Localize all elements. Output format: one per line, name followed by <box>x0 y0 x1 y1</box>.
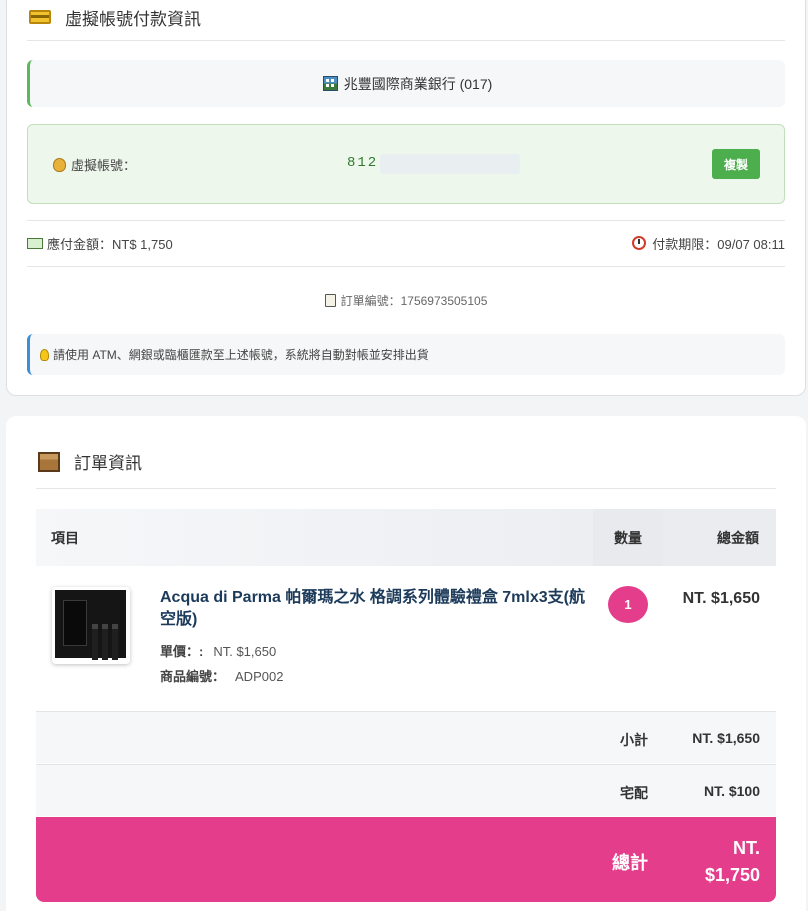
unit-price-value: NT. $1,650 <box>213 644 277 659</box>
account-number: 812 <box>347 155 379 171</box>
subtotal-row: 小計 NT. $1,650 <box>36 711 776 763</box>
product-bottle <box>112 624 118 660</box>
subtotal-label: 小計 <box>620 732 648 748</box>
payment-deadline-text: 付款期限：09/07 08:11 <box>652 236 785 252</box>
account-number-redacted <box>380 154 520 174</box>
account-label: 虛擬帳號： <box>53 155 136 174</box>
subtotal-value: NT. $1,650 <box>692 730 760 746</box>
divider <box>27 220 785 221</box>
column-header-item: 項目 <box>36 509 593 566</box>
order-number-text: 訂單編號：1756973505105 <box>340 294 488 308</box>
product-bottle <box>92 624 98 660</box>
divider <box>27 266 785 267</box>
column-header-qty: 數量 <box>593 509 663 566</box>
cash-icon <box>27 237 43 249</box>
money-bag-icon <box>53 157 66 172</box>
grand-total-label: 總計 <box>612 853 648 873</box>
grand-total-row: 總計 NT. $1,750 <box>36 817 776 902</box>
bank-building-icon <box>322 76 338 91</box>
product-gift-box <box>55 590 126 660</box>
payment-notice: 請使用 ATM、網銀或臨櫃匯款至上述帳號，系統將自動對帳並安排出貨 <box>27 334 785 375</box>
bank-name: 兆豐國際商業銀行 (017) <box>343 75 493 92</box>
product-unit-price: 單價：: NT. $1,650 <box>160 641 276 660</box>
product-line-total: NT. $1,650 <box>682 590 760 607</box>
account-label-text: 虛擬帳號： <box>71 158 137 173</box>
sku-value: ADP002 <box>235 669 284 684</box>
amount-due-text: 應付金額：NT$ 1,750 <box>47 236 173 252</box>
virtual-account-header: 虛擬帳號付款資訊 <box>29 1 201 33</box>
shipping-label: 宅配 <box>620 785 648 801</box>
order-number: 訂單編號：1756973505105 <box>7 292 805 309</box>
account-number-box: 虛擬帳號： 812 複製 <box>27 124 785 204</box>
quantity-badge: 1 <box>608 586 648 623</box>
divider <box>27 40 785 41</box>
bank-info: 兆豐國際商業銀行 (017) <box>27 60 785 107</box>
credit-card-icon <box>29 10 51 24</box>
shipping-row: 宅配 NT. $100 <box>36 764 776 816</box>
order-info-title: 訂單資訊 <box>74 454 142 473</box>
amount-due: 應付金額：NT$ 1,750 <box>27 233 173 253</box>
sku-label: 商品編號： <box>160 669 226 684</box>
shipping-value: NT. $100 <box>703 783 760 799</box>
payment-summary-row: 應付金額：NT$ 1,750 付款期限：09/07 08:11 <box>27 233 785 253</box>
divider <box>36 488 776 489</box>
alarm-clock-icon <box>632 236 647 250</box>
product-name: Acqua di Parma 帕爾瑪之水 格調系列體驗禮盒 7mlx3支(航空版… <box>160 589 585 628</box>
payment-notice-text: 請使用 ATM、網銀或臨櫃匯款至上述帳號，系統將自動對帳並安排出貨 <box>53 348 429 362</box>
product-sku: 商品編號： ADP002 <box>160 666 283 685</box>
product-bottle <box>102 624 108 660</box>
product-image <box>52 587 130 664</box>
order-info-header: 訂單資訊 <box>38 449 142 474</box>
package-icon <box>38 451 60 472</box>
virtual-account-card: 虛擬帳號付款資訊 兆豐國際商業銀行 (017) 虛擬帳號： 812 複製 應付金… <box>6 0 806 396</box>
virtual-account-title: 虛擬帳號付款資訊 <box>65 9 201 29</box>
lightbulb-icon <box>40 348 49 361</box>
order-info-card: 訂單資訊 項目 數量 總金額 Acqua di Parma 帕爾瑪之水 格調系列… <box>6 416 806 911</box>
unit-price-label: 單價：: <box>160 644 204 659</box>
column-header-total: 總金額 <box>663 509 776 566</box>
clipboard-icon <box>324 294 336 307</box>
grand-total-value: NT. $1,750 <box>704 838 760 885</box>
payment-deadline: 付款期限：09/07 08:11 <box>632 233 785 253</box>
copy-account-button[interactable]: 複製 <box>712 149 760 179</box>
